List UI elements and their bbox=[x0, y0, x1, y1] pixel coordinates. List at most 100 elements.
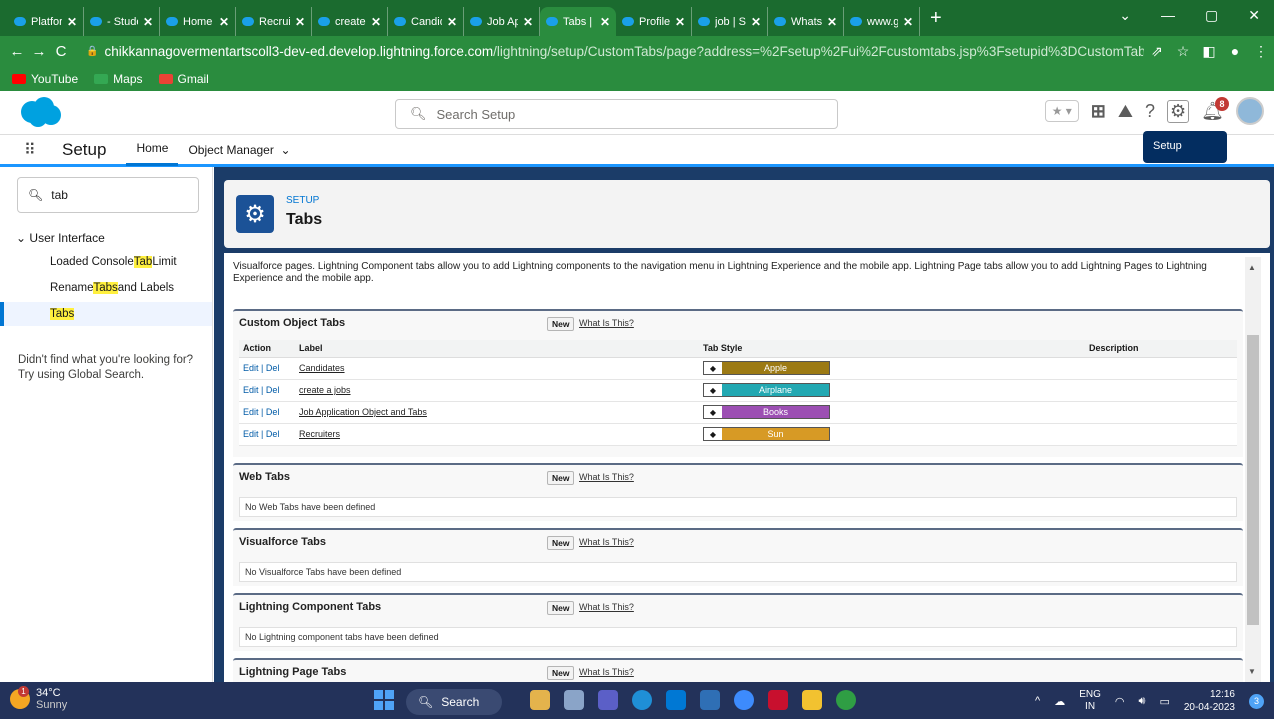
browser-tab[interactable]: Candid ✕ bbox=[388, 7, 464, 36]
close-window-icon[interactable]: ✕ bbox=[1248, 7, 1260, 24]
notification-center-badge[interactable]: 3 bbox=[1249, 693, 1264, 709]
tab-home[interactable]: Home bbox=[126, 134, 179, 166]
back-icon[interactable]: ← bbox=[6, 43, 28, 60]
browser-tab[interactable]: Profiles ✕ bbox=[616, 7, 692, 36]
new-web-tab-button[interactable]: New bbox=[547, 471, 575, 485]
profile-icon[interactable]: ● bbox=[1222, 43, 1248, 59]
browser-tab[interactable]: www.go ✕ bbox=[844, 7, 920, 36]
browser-tab[interactable]: Platform ✕ bbox=[8, 7, 84, 36]
url-input[interactable]: 🔒 chikkannagovermentartscoll3-dev-ed.dev… bbox=[80, 39, 1144, 63]
close-tab-icon[interactable]: ✕ bbox=[751, 15, 761, 29]
close-tab-icon[interactable]: ✕ bbox=[523, 15, 533, 29]
tab-label-link[interactable]: create a jobs bbox=[299, 385, 351, 395]
what-is-this-link[interactable]: What Is This? bbox=[579, 318, 634, 328]
tree-item-rename-tabs[interactable]: Rename Tabs and Labels bbox=[0, 276, 212, 300]
reload-icon[interactable]: C bbox=[50, 43, 72, 60]
quick-find-input[interactable]: 🔍︎ tab bbox=[17, 177, 199, 213]
scroll-up-icon[interactable]: ▲ bbox=[1248, 263, 1256, 272]
salesforce-logo-icon[interactable] bbox=[18, 96, 62, 128]
edit-link[interactable]: Edit bbox=[243, 363, 259, 373]
tree-node-user-interface[interactable]: ⌄ User Interface bbox=[16, 231, 105, 245]
browser-tab[interactable]: Home | ✕ bbox=[160, 7, 236, 36]
bookmark-item[interactable]: Maps bbox=[94, 72, 143, 86]
close-tab-icon[interactable]: ✕ bbox=[295, 15, 305, 29]
new-lightning-page-tab-button[interactable]: New bbox=[547, 666, 575, 680]
tree-item-tabs[interactable]: Tabs bbox=[0, 302, 212, 326]
clock[interactable]: 12:16 20-04-2023 bbox=[1184, 688, 1235, 714]
weather-widget[interactable]: 1 34°C Sunny bbox=[10, 686, 67, 711]
frame-scrollbar[interactable]: ▲ ▼ bbox=[1245, 257, 1261, 682]
browser-tab[interactable]: Job Ap ✕ bbox=[464, 7, 540, 36]
chrome-icon[interactable] bbox=[836, 690, 856, 710]
wifi-icon[interactable]: ◠ bbox=[1115, 695, 1125, 708]
task-view-icon[interactable] bbox=[564, 690, 584, 710]
cloud-icon[interactable]: ☁ bbox=[1054, 695, 1065, 708]
battery-icon[interactable]: ▭ bbox=[1159, 695, 1169, 708]
close-tab-icon[interactable]: ✕ bbox=[827, 15, 837, 29]
app-icon[interactable] bbox=[700, 690, 720, 710]
what-is-this-link[interactable]: What Is This? bbox=[579, 537, 634, 547]
new-custom-tab-button[interactable]: New bbox=[547, 317, 575, 331]
restore-icon[interactable]: ▢ bbox=[1205, 7, 1218, 24]
setup-gear-icon[interactable]: ⚙ bbox=[1167, 99, 1190, 123]
star-icon[interactable]: ☆ bbox=[1170, 43, 1196, 60]
browser-tab[interactable]: - Studen ✕ bbox=[84, 7, 160, 36]
what-is-this-link[interactable]: What Is This? bbox=[579, 602, 634, 612]
delete-link[interactable]: Del bbox=[266, 407, 280, 417]
browser-tab[interactable]: Tabs | S ✕ bbox=[540, 7, 616, 36]
delete-link[interactable]: Del bbox=[266, 363, 280, 373]
new-tab-button[interactable]: + bbox=[930, 7, 942, 30]
help-icon[interactable]: ? bbox=[1145, 101, 1155, 122]
close-tab-icon[interactable]: ✕ bbox=[447, 15, 457, 29]
global-actions-icon[interactable]: ⊞ bbox=[1091, 101, 1106, 122]
close-tab-icon[interactable]: ✕ bbox=[67, 15, 77, 29]
edit-link[interactable]: Edit bbox=[243, 429, 259, 439]
share-icon[interactable]: ⇗ bbox=[1144, 43, 1170, 60]
browser-tab[interactable]: job | Sa ✕ bbox=[692, 7, 768, 36]
what-is-this-link[interactable]: What Is This? bbox=[579, 667, 634, 677]
close-tab-icon[interactable]: ✕ bbox=[143, 15, 153, 29]
trailhead-icon[interactable]: ⛰ bbox=[1118, 101, 1133, 122]
tab-label-link[interactable]: Candidates bbox=[299, 363, 345, 373]
scrollbar-thumb[interactable] bbox=[1247, 335, 1259, 625]
favorites-icon[interactable]: ★ ▾ bbox=[1044, 100, 1079, 122]
close-tab-icon[interactable]: ✕ bbox=[675, 15, 685, 29]
chevron-up-icon[interactable]: ^ bbox=[1035, 695, 1040, 707]
tree-item-loaded-console-tab-limit[interactable]: Loaded Console Tab Limit bbox=[0, 250, 212, 274]
app-launcher-icon[interactable]: ⠿ bbox=[24, 140, 50, 160]
browser-tab[interactable]: WhatsA ✕ bbox=[768, 7, 844, 36]
delete-link[interactable]: Del bbox=[266, 429, 280, 439]
close-tab-icon[interactable]: ✕ bbox=[600, 15, 610, 29]
bookmark-item[interactable]: Gmail bbox=[158, 72, 209, 86]
volume-icon[interactable]: 🔊︎ bbox=[1139, 695, 1146, 708]
language-indicator[interactable]: ENG IN bbox=[1079, 689, 1101, 713]
global-search-input[interactable]: 🔍︎ Search Setup bbox=[395, 99, 838, 129]
close-tab-icon[interactable]: ✕ bbox=[219, 15, 229, 29]
user-avatar[interactable] bbox=[1236, 97, 1264, 125]
what-is-this-link[interactable]: What Is This? bbox=[579, 472, 634, 482]
mcafee-icon[interactable] bbox=[768, 690, 788, 710]
scroll-down-icon[interactable]: ▼ bbox=[1248, 667, 1256, 676]
store-icon[interactable] bbox=[666, 690, 686, 710]
minimize-icon[interactable]: — bbox=[1161, 7, 1175, 23]
browser-tab[interactable]: Recruite ✕ bbox=[236, 7, 312, 36]
sidepanel-icon[interactable]: ◧ bbox=[1196, 43, 1222, 60]
tab-object-manager[interactable]: Object Manager ⌄ bbox=[178, 134, 300, 166]
new-visualforce-tab-button[interactable]: New bbox=[547, 536, 575, 550]
app-icon[interactable] bbox=[734, 690, 754, 710]
browser-tab[interactable]: create a ✕ bbox=[312, 7, 388, 36]
delete-link[interactable]: Del bbox=[266, 385, 280, 395]
taskbar-search[interactable]: 🔍︎ Search bbox=[406, 689, 502, 715]
tab-label-link[interactable]: Job Application Object and Tabs bbox=[299, 407, 427, 417]
edit-link[interactable]: Edit bbox=[243, 407, 259, 417]
menu-icon[interactable]: ⋮ bbox=[1248, 43, 1274, 60]
new-lightning-component-tab-button[interactable]: New bbox=[547, 601, 575, 615]
bookmark-item[interactable]: YouTube bbox=[12, 72, 78, 86]
tab-label-link[interactable]: Recruiters bbox=[299, 429, 340, 439]
windows-start-icon[interactable] bbox=[374, 690, 394, 710]
tab-search-icon[interactable]: ⌄ bbox=[1119, 7, 1131, 24]
close-tab-icon[interactable]: ✕ bbox=[371, 15, 381, 29]
edit-link[interactable]: Edit bbox=[243, 385, 259, 395]
edge-icon[interactable] bbox=[632, 690, 652, 710]
notifications-bell-icon[interactable]: 🔔︎ 8 bbox=[1201, 96, 1229, 122]
